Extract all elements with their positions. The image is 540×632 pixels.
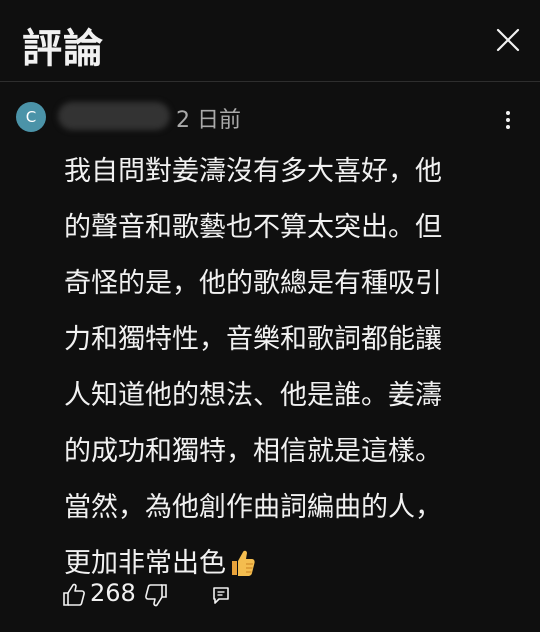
- comment-line: 人知道他的想法、他是誰。姜濤: [64, 380, 442, 411]
- like-count: 268: [90, 579, 136, 607]
- comment-line: 我自問對姜濤沒有多大喜好，他: [64, 156, 442, 187]
- more-vert-icon: [506, 111, 510, 129]
- close-button[interactable]: [490, 22, 526, 58]
- comment-text: 我自問對姜濤沒有多大喜好，他 的聲音和歌藝也不算太突出。但 奇怪的是，他的歌總是…: [64, 144, 494, 592]
- comment-line: 奇怪的是，他的歌總是有種吸引: [64, 268, 442, 299]
- comment-timestamp: 2 日前: [176, 108, 241, 133]
- comment-line-text: 更加非常出色: [64, 548, 226, 579]
- thumbs-up-icon: [63, 583, 85, 606]
- comments-header: 評論: [0, 0, 540, 82]
- page-title: 評論: [22, 26, 104, 72]
- comment-line: 當然，為他創作曲詞編曲的人，: [64, 492, 442, 523]
- reply-icon: [213, 587, 229, 604]
- more-options-button[interactable]: [494, 106, 522, 134]
- close-icon: [496, 28, 520, 52]
- comment-line: 的成功和獨特，相信就是這樣。: [64, 436, 442, 467]
- comment-line: 力和獨特性，音樂和歌詞都能讓: [64, 324, 442, 355]
- thumbs-down-icon: [145, 584, 167, 607]
- comment-actions: 268: [62, 579, 262, 612]
- comment-line: 的聲音和歌藝也不算太突出。但: [64, 212, 442, 243]
- like-button[interactable]: [62, 582, 86, 608]
- avatar[interactable]: C: [16, 102, 46, 132]
- dislike-button[interactable]: [144, 582, 168, 608]
- reply-button[interactable]: [210, 584, 232, 606]
- author-name-redacted: [58, 102, 170, 130]
